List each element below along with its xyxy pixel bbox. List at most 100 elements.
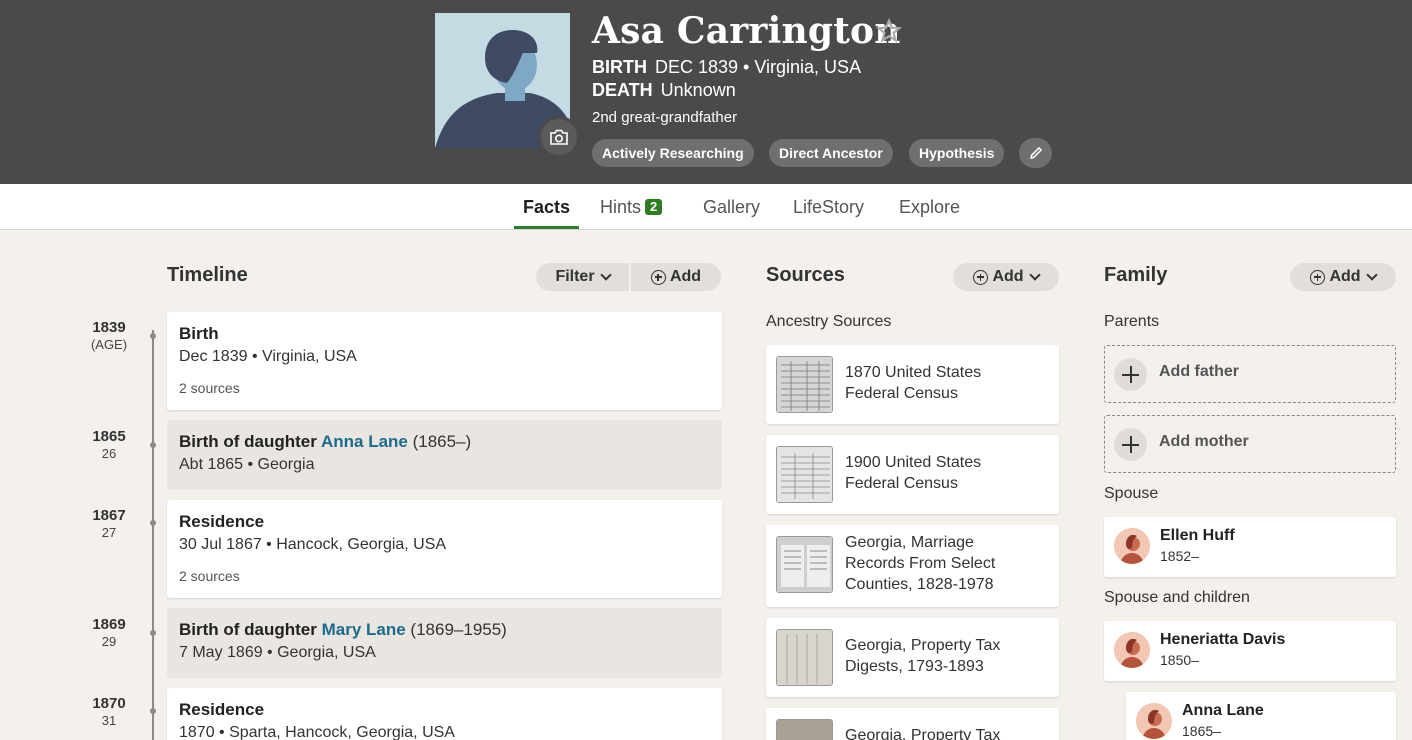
plus-circle-icon <box>650 269 666 285</box>
event-sources-count[interactable]: 2 sources <box>179 568 710 584</box>
event-year: 1865 <box>92 428 126 445</box>
tag-direct-ancestor[interactable]: Direct Ancestor <box>769 139 893 167</box>
source-card[interactable]: Georgia, Marriage Records From Select Coun… <box>766 525 1059 607</box>
hints-count-badge: 2 <box>645 199 663 215</box>
source-card[interactable]: 1870 United States Federal Census <box>766 345 1059 424</box>
event-title: Birth <box>179 324 219 343</box>
chevron-down-icon <box>1028 268 1041 281</box>
spouse-and-children-heading: Spouse and children <box>1104 589 1250 606</box>
spouse-card[interactable]: Ellen Huff 1852– <box>1104 517 1396 577</box>
source-title-line: 1900 United States <box>845 454 982 471</box>
sources-add-label: Add <box>992 268 1024 285</box>
event-title-suffix: (1869–1955) <box>405 620 507 639</box>
tag-hypothesis[interactable]: Hypothesis <box>909 139 1005 167</box>
event-detail: 7 May 1869 • Georgia, USA <box>179 644 376 661</box>
event-year: 1869 <box>92 616 126 633</box>
timeline-event-birth-of-daughter[interactable]: Birth of daughter Mary Lane (1869–1955) … <box>167 608 722 678</box>
event-detail: Dec 1839 • Virginia, USA <box>179 348 357 365</box>
birth-label: BIRTH <box>592 57 647 77</box>
sources-add-button[interactable]: Add <box>953 263 1059 291</box>
source-title-line: Federal Census <box>845 385 958 402</box>
timeline-event-residence[interactable]: Residence 1870 • Sparta, Hancock, Georgi… <box>167 688 722 740</box>
source-card[interactable]: Georgia, Property Tax Digests, 1793-1893 <box>766 618 1059 697</box>
child-card[interactable]: Anna Lane 1865– <box>1126 692 1396 740</box>
plus-circle-icon <box>973 269 989 285</box>
filter-label: Filter <box>555 268 595 285</box>
tab-explore[interactable]: Explore <box>899 197 960 218</box>
family-add-button[interactable]: Add <box>1290 263 1396 291</box>
source-title-line: Counties, 1828-1978 <box>845 576 994 593</box>
event-title: Residence <box>179 700 265 719</box>
chevron-down-icon <box>1365 268 1378 281</box>
event-year: 1839 <box>92 319 126 336</box>
event-title: Birth of daughter Mary Lane (1869–1955) <box>179 620 710 640</box>
event-title: Residence <box>179 512 265 531</box>
timeline-add-button[interactable]: Add <box>631 263 721 291</box>
daughter-link-anna-lane[interactable]: Anna Lane <box>321 432 408 451</box>
tab-lifestory[interactable]: LifeStory <box>793 197 864 218</box>
source-title-line: Digests, 1793-1893 <box>845 658 984 675</box>
filter-button[interactable]: Filter <box>536 263 629 291</box>
event-title-prefix: Birth of daughter <box>179 432 321 451</box>
event-title-prefix: Birth of daughter <box>179 620 322 639</box>
female-avatar-icon <box>1114 528 1150 564</box>
source-title-line: Georgia, Marriage <box>845 534 974 551</box>
tab-gallery[interactable]: Gallery <box>703 197 760 218</box>
timeline-dot <box>150 333 156 339</box>
spouse-heading: Spouse <box>1104 485 1159 502</box>
timeline-event-residence[interactable]: Residence 30 Jul 1867 • Hancock, Georgia… <box>167 500 722 598</box>
marriage-record-thumbnail <box>776 536 833 593</box>
active-tab-indicator <box>514 226 579 229</box>
birth-fact: BIRTH DEC 1839 • Virginia, USA <box>592 57 861 78</box>
spouse-name: Ellen Huff <box>1160 527 1235 544</box>
timeline-axis <box>152 330 154 740</box>
add-mother-button[interactable]: Add mother <box>1104 415 1396 473</box>
tab-facts[interactable]: Facts <box>523 197 570 218</box>
pencil-icon <box>1029 146 1042 159</box>
spouse-card[interactable]: Heneriatta Davis 1850– <box>1104 621 1396 681</box>
family-title: Family <box>1104 264 1168 286</box>
sources-title: Sources <box>766 264 845 286</box>
source-title-line: Records From Select <box>845 555 996 572</box>
parents-heading: Parents <box>1104 313 1160 330</box>
change-photo-button[interactable] <box>538 116 580 158</box>
daughter-link-mary-lane[interactable]: Mary Lane <box>322 620 406 639</box>
timeline-add-label: Add <box>669 268 702 285</box>
star-icon[interactable] <box>876 18 902 44</box>
timeline-event-birth[interactable]: Birth Dec 1839 • Virginia, USA 2 sources <box>167 312 722 410</box>
event-detail: 1870 • Sparta, Hancock, Georgia, USA <box>179 724 455 740</box>
plus-circle-icon <box>1310 269 1326 285</box>
plus-icon <box>1114 358 1147 391</box>
source-title-line: Federal Census <box>845 475 958 492</box>
plus-icon <box>1114 428 1147 461</box>
source-title: Georgia, Property Tax <box>845 725 1045 740</box>
timeline-event-birth-of-daughter[interactable]: Birth of daughter Anna Lane (1865–) Abt … <box>167 420 722 490</box>
source-card[interactable]: 1900 United States Federal Census <box>766 435 1059 514</box>
event-sources-count[interactable]: 2 sources <box>179 380 710 396</box>
add-father-button[interactable]: Add father <box>1104 345 1396 403</box>
source-title: 1870 United States Federal Census <box>845 362 1045 404</box>
timeline-dot <box>150 630 156 636</box>
source-title: 1900 United States Federal Census <box>845 452 1045 494</box>
tax-digest-thumbnail <box>776 629 833 686</box>
spouse-name: Heneriatta Davis <box>1160 631 1286 648</box>
relationship-label: 2nd great-grandfather <box>592 109 738 126</box>
event-age: 31 <box>101 713 117 728</box>
person-name: Asa Carrington <box>592 10 901 52</box>
edit-tags-button[interactable] <box>1019 138 1052 168</box>
spouse-dates: 1850– <box>1160 652 1199 668</box>
source-title: Georgia, Marriage Records From Select Coun… <box>845 532 1045 595</box>
tag-actively-researching[interactable]: Actively Researching <box>592 139 754 167</box>
event-title: Birth of daughter Anna Lane (1865–) <box>179 432 710 452</box>
tab-hints-label: Hints <box>600 197 642 217</box>
spouse-dates: 1852– <box>1160 548 1199 564</box>
source-title-line: Georgia, Property Tax <box>845 637 1001 654</box>
tab-hints[interactable]: Hints 2 <box>600 197 663 218</box>
child-name: Anna Lane <box>1182 702 1264 719</box>
timeline-dot <box>150 708 156 714</box>
camera-icon <box>550 129 568 145</box>
add-mother-label: Add mother <box>1159 433 1249 450</box>
census-document-thumbnail <box>776 356 833 413</box>
source-card[interactable]: Georgia, Property Tax <box>766 708 1059 740</box>
event-age: 27 <box>101 525 117 540</box>
